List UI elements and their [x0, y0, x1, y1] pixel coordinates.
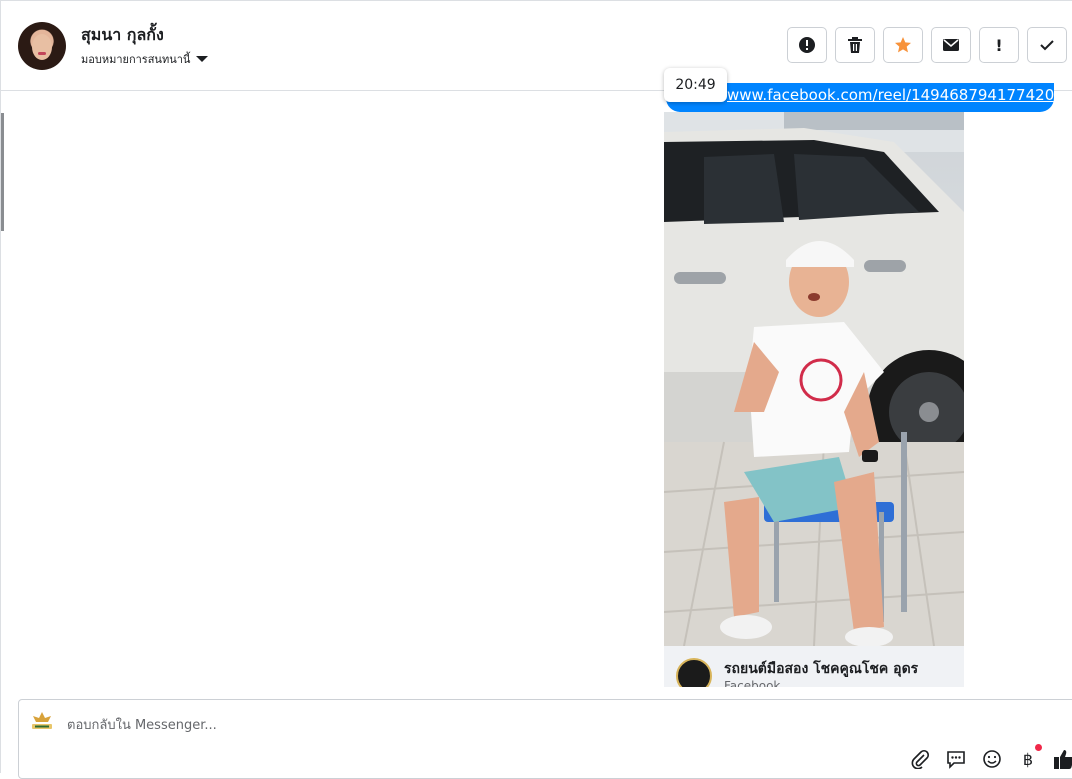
conversation-toolbar: !	[787, 27, 1067, 63]
assign-conversation-dropdown[interactable]: มอบหมายการสนทนานี้	[81, 50, 209, 68]
star-button[interactable]	[883, 27, 923, 63]
caret-down-icon	[196, 56, 209, 62]
link-preview-card[interactable]: รถยนต์มือสอง โชคคูณโชค อุดร Facebook	[664, 112, 964, 687]
reply-input-placeholder[interactable]: ตอบกลับใน Messenger...	[67, 714, 217, 735]
left-scrollbar[interactable]	[1, 113, 4, 231]
reel-thumbnail-drawing	[664, 112, 964, 646]
link-card-title: รถยนต์มือสอง โชคคูณโชค อุดร	[724, 661, 919, 677]
avatar-face	[32, 34, 52, 60]
spam-button[interactable]	[787, 27, 827, 63]
emoji-button[interactable]	[981, 748, 1003, 770]
envelope-icon	[943, 39, 959, 51]
saved-replies-button[interactable]	[945, 748, 967, 770]
speech-bubble-icon	[947, 751, 965, 769]
message-link[interactable]: www.facebook.com/reel/1494687941774208	[727, 86, 1054, 104]
attach-button[interactable]	[909, 748, 931, 770]
important-button[interactable]: !	[979, 27, 1019, 63]
reply-composer[interactable]: ตอบกลับใน Messenger... ฿	[18, 699, 1072, 779]
conversation-header: สุมนา กุลกั้ง มอบหมายการสนทนานี้ !	[1, 1, 1072, 91]
avatar-lips	[38, 52, 46, 55]
check-icon	[1040, 40, 1054, 51]
smiley-icon	[983, 750, 1001, 768]
link-card-source: Facebook	[724, 679, 781, 687]
exclamation-icon: !	[995, 35, 1003, 55]
link-card-footer: รถยนต์มือสอง โชคคูณโชค อุดร Facebook	[664, 646, 964, 687]
contact-avatar[interactable]	[18, 22, 66, 70]
page-logo-icon	[676, 658, 712, 687]
payment-button[interactable]: ฿	[1017, 744, 1042, 770]
composer-actions: ฿	[909, 744, 1072, 770]
message-timestamp-tooltip: 20:49	[664, 68, 727, 102]
like-button[interactable]	[1053, 748, 1072, 770]
baht-icon: ฿	[1022, 749, 1034, 769]
mark-unread-button[interactable]	[931, 27, 971, 63]
notification-dot	[1035, 744, 1042, 751]
trash-icon	[848, 37, 862, 53]
messenger-conversation-panel: สุมนา กุลกั้ง มอบหมายการสนทนานี้ ! www.f…	[0, 0, 1072, 779]
thumbs-up-icon	[1054, 750, 1072, 769]
delete-button[interactable]	[835, 27, 875, 63]
star-icon	[895, 37, 911, 53]
mark-done-button[interactable]	[1027, 27, 1067, 63]
contact-name[interactable]: สุมนา กุลกั้ง	[81, 23, 164, 48]
paperclip-icon	[911, 749, 930, 769]
alert-circle-icon	[799, 37, 815, 53]
reel-thumbnail-image	[664, 112, 964, 646]
assign-label: มอบหมายการสนทนานี้	[81, 53, 191, 66]
page-badge-icon	[32, 712, 52, 729]
